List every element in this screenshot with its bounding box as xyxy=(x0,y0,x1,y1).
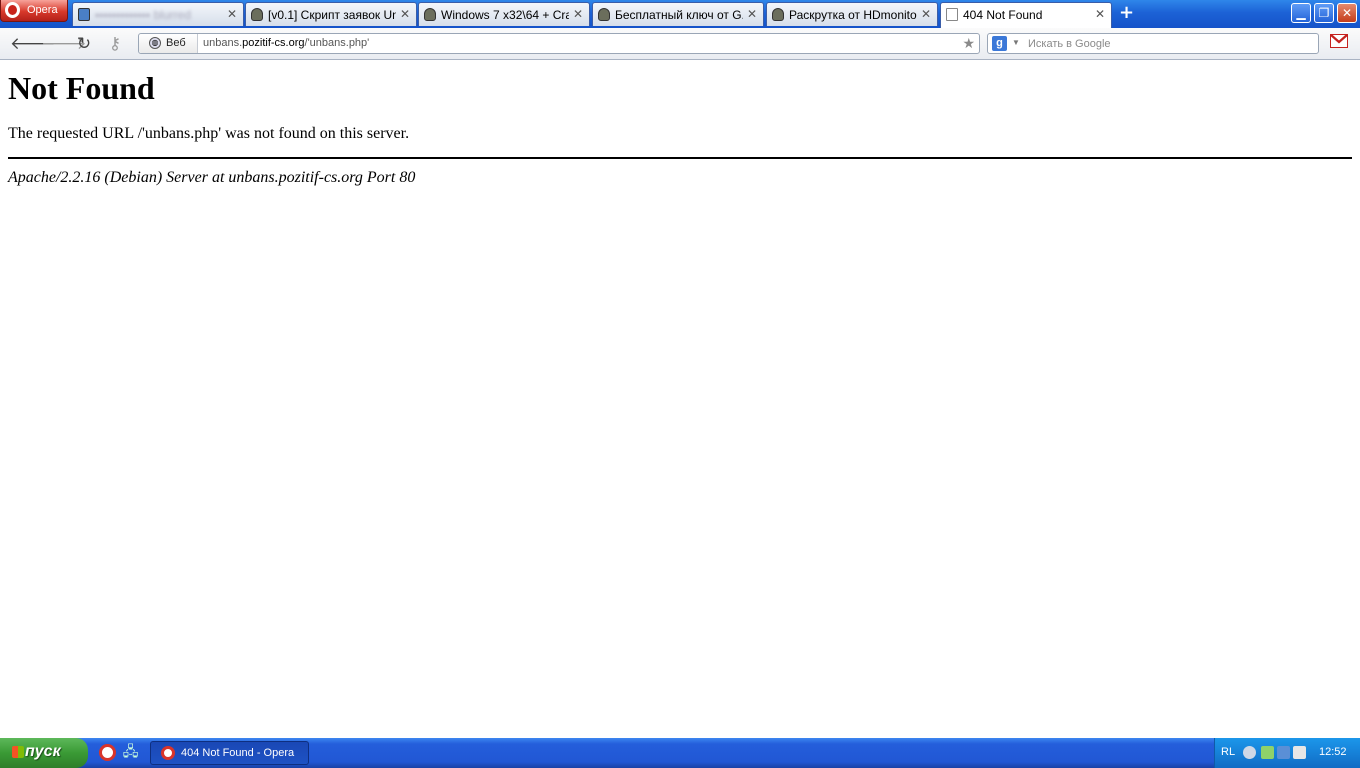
tab-5[interactable]: Раскрутка от HDmonito... ✕ xyxy=(766,2,938,26)
tab-2[interactable]: [v0.1] Скрипт заявок Un... ✕ xyxy=(245,2,417,26)
tab-close-icon[interactable]: ✕ xyxy=(227,7,237,21)
search-placeholder[interactable]: Искать в Google xyxy=(1028,38,1111,50)
tab-label: Windows 7 x32\64 + Cra... xyxy=(441,8,569,22)
network-icon[interactable]: 🖧 xyxy=(122,744,139,761)
taskbar: пуск 🖧 404 Not Found - Opera RL 12:52 xyxy=(0,738,1360,768)
back-icon[interactable]: 🡐 xyxy=(10,34,56,54)
site-info-label: Веб xyxy=(166,37,186,49)
browser-titlebar: Opera ▪▪▪▪▪▪▪▪▪▪▪▪▪ blurred ✕ [v0.1] Скр… xyxy=(0,0,1360,28)
taskbar-item-label: 404 Not Found - Opera xyxy=(181,747,295,759)
page-icon xyxy=(946,8,958,21)
tab-4[interactable]: Бесплатный ключ от G... ✕ xyxy=(592,2,764,26)
forward-icon[interactable]: 🡒 xyxy=(41,34,87,54)
tab-label: ▪▪▪▪▪▪▪▪▪▪▪▪▪ blurred xyxy=(95,8,191,22)
agent-icon xyxy=(772,8,784,21)
google-icon[interactable]: g xyxy=(992,36,1007,51)
tab-close-icon[interactable]: ✕ xyxy=(747,7,757,21)
bookmark-star-icon[interactable]: ★ xyxy=(962,35,975,52)
tab-close-icon[interactable]: ✕ xyxy=(921,7,931,21)
server-signature: Apache/2.2.16 (Debian) Server at unbans.… xyxy=(8,169,416,186)
agent-icon xyxy=(598,8,610,21)
tab-close-icon[interactable]: ✕ xyxy=(400,7,410,21)
agent-icon xyxy=(251,8,263,21)
globe-icon: ◍ xyxy=(149,37,161,49)
url-prefix: unbans. xyxy=(203,37,243,49)
maximize-button[interactable]: ❐ xyxy=(1314,3,1334,23)
taskbar-item-opera[interactable]: 404 Not Found - Opera xyxy=(150,741,309,765)
notification-icon[interactable] xyxy=(1293,746,1306,759)
search-engine-dropdown-icon[interactable]: ▼ xyxy=(1012,38,1020,47)
language-indicator[interactable]: RL xyxy=(1221,746,1235,758)
tab-close-icon[interactable]: ✕ xyxy=(1095,7,1105,21)
tab-close-icon[interactable]: ✕ xyxy=(573,7,583,21)
new-tab-button[interactable]: + xyxy=(1119,4,1134,22)
opera-menu-button[interactable]: Opera xyxy=(0,0,68,22)
play-icon xyxy=(78,8,90,21)
site-info-badge[interactable]: ◍ Веб xyxy=(139,34,198,53)
start-label: пуск xyxy=(25,743,61,760)
page-content: Not Found The requested URL /'unbans.php… xyxy=(8,60,1352,187)
url-path: /'unbans.php' xyxy=(304,37,370,49)
tab-3[interactable]: Windows 7 x32\64 + Cra... ✕ xyxy=(418,2,590,26)
tab-6-active[interactable]: 404 Not Found ✕ xyxy=(940,2,1112,28)
system-tray: RL 12:52 xyxy=(1214,738,1360,768)
error-message: The requested URL /'unbans.php' was not … xyxy=(8,125,410,142)
gmail-icon[interactable] xyxy=(1330,34,1348,48)
tab-label: Раскрутка от HDmonito... xyxy=(789,8,917,22)
network-status-icon[interactable] xyxy=(1277,746,1290,759)
reload-icon[interactable]: ↻ xyxy=(74,34,94,54)
start-button[interactable]: пуск xyxy=(0,738,88,768)
opera-logo-icon xyxy=(5,2,20,18)
clock: 12:52 xyxy=(1319,746,1347,758)
opera-icon xyxy=(161,746,175,760)
tab-label: [v0.1] Скрипт заявок Un... xyxy=(268,8,396,22)
tab-label: 404 Not Found xyxy=(963,8,1043,22)
navigation-bar: 🡐 🡒 ↻ ⚷ ◍ Веб unbans.pozitif-cs.org/'unb… xyxy=(0,28,1360,60)
address-url[interactable]: unbans.pozitif-cs.org/'unbans.php' xyxy=(203,37,369,49)
page-heading: Not Found xyxy=(8,70,155,106)
tab-label: Бесплатный ключ от G... xyxy=(615,8,743,22)
opera-icon[interactable] xyxy=(99,744,116,761)
minimize-button[interactable]: ▁ xyxy=(1291,3,1311,23)
agent-icon xyxy=(424,8,436,21)
close-window-button[interactable]: ✕ xyxy=(1337,3,1357,23)
opera-menu-label: Opera xyxy=(27,4,58,16)
tray-app-icon[interactable] xyxy=(1261,746,1274,759)
address-bar[interactable]: ◍ Веб unbans.pozitif-cs.org/'unbans.php'… xyxy=(138,33,980,54)
url-domain: pozitif-cs.org xyxy=(242,37,305,49)
divider xyxy=(8,157,1352,159)
search-field[interactable]: g ▼ Искать в Google xyxy=(987,33,1319,54)
back-arrow-icon[interactable] xyxy=(1243,746,1256,759)
tab-1[interactable]: ▪▪▪▪▪▪▪▪▪▪▪▪▪ blurred ✕ xyxy=(72,2,244,26)
windows-flag-icon xyxy=(12,746,24,758)
key-icon[interactable]: ⚷ xyxy=(105,34,125,54)
